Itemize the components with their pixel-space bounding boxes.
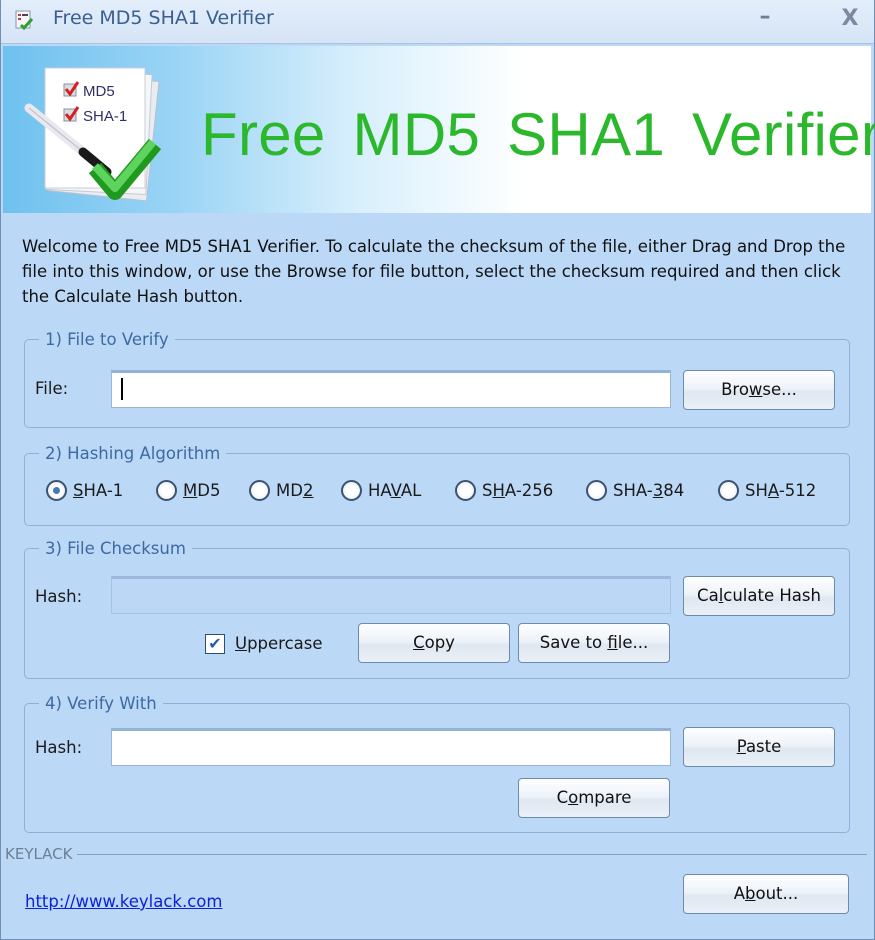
save-to-file-button[interactable]: Save to file... [518, 623, 670, 663]
footer-separator: KEYLACK [5, 845, 867, 863]
browse-label-post: se... [762, 380, 797, 399]
radio-circle[interactable] [455, 479, 476, 501]
radio-circle[interactable] [46, 479, 67, 501]
radio-haval[interactable]: HAVAL [341, 477, 421, 503]
paste-label-post: aste [745, 737, 782, 756]
file-path-input[interactable] [111, 370, 671, 408]
calc-label-pre: Ca [697, 586, 719, 605]
app-window: Free MD5 SHA1 Verifier – X MD5 SHA-1 Fre… [0, 0, 875, 940]
app-icon [15, 10, 34, 31]
radio-circle[interactable] [341, 479, 362, 501]
calc-label-post: culate Hash [723, 586, 821, 605]
about-label-pre: A [733, 884, 746, 903]
brand-label: KEYLACK [5, 845, 77, 863]
logo-item-sha1: SHA-1 [83, 108, 127, 125]
checksum-hash-output[interactable] [111, 576, 671, 614]
radio-md2[interactable]: MD2 [249, 477, 313, 503]
banner: MD5 SHA-1 Free MD5 SHA1 Verifier [3, 46, 875, 213]
radio-sha1[interactable]: SHA-1 [46, 477, 123, 503]
compare-label-pre: C [556, 788, 569, 807]
text-caret [121, 378, 123, 400]
checksum-group-legend: 3) File Checksum [45, 539, 186, 558]
browse-label-pre: Bro [721, 380, 749, 399]
checksum-hash-label: Hash: [35, 587, 83, 606]
radio-label: MD5 [183, 480, 221, 500]
title-bar[interactable]: Free MD5 SHA1 Verifier – X [1, 0, 874, 44]
radio-sha384[interactable]: SHA-384 [586, 477, 684, 503]
paste-label-accel: P [736, 737, 746, 756]
about-button[interactable]: About... [683, 874, 849, 914]
radio-sha256[interactable]: SHA-256 [455, 477, 553, 503]
verify-group-legend: 4) Verify With [45, 694, 157, 713]
compare-label-post: mpare [578, 788, 632, 807]
checklist-logo-icon: MD5 SHA-1 [24, 67, 162, 202]
radio-circle[interactable] [586, 479, 607, 501]
window-title: Free MD5 SHA1 Verifier [53, 7, 274, 29]
radio-circle[interactable] [718, 479, 739, 501]
compare-button[interactable]: Compare [518, 778, 670, 818]
save-label-accel: f [607, 633, 618, 652]
save-label-post: ile... [617, 633, 649, 652]
radio-circle[interactable] [156, 479, 177, 501]
close-button[interactable]: X [836, 6, 864, 36]
save-label-pre: Save to [539, 633, 608, 652]
algorithm-radio-row: SHA-1 MD5 MD2 HAVAL SHA-256 SHA-384 SHA-… [1, 454, 875, 514]
radio-label: SHA-512 [745, 480, 817, 500]
intro-text: Welcome to Free MD5 SHA1 Verifier. To ca… [22, 237, 846, 306]
browse-button[interactable]: Browse... [683, 370, 835, 410]
copy-button[interactable]: Copy [358, 623, 510, 663]
verify-hash-field[interactable] [112, 731, 670, 765]
separator-line [5, 854, 867, 855]
radio-label: HAVAL [368, 480, 422, 500]
verify-hash-input[interactable] [111, 728, 671, 766]
copy-label-post: opy [424, 633, 455, 652]
uppercase-label[interactable]: Uppercase [235, 634, 323, 653]
file-label: File: [35, 379, 69, 398]
calculate-hash-button[interactable]: Calculate Hash [683, 576, 835, 616]
checksum-hash-field[interactable] [112, 579, 670, 613]
radio-label: SHA-256 [482, 480, 554, 500]
verify-hash-label: Hash: [35, 738, 83, 757]
file-path-field[interactable] [112, 373, 670, 407]
paste-button[interactable]: Paste [683, 727, 835, 767]
banner-title: Free MD5 SHA1 Verifier [201, 101, 875, 168]
radio-circle[interactable] [249, 479, 270, 501]
browse-label-accel: w [748, 380, 763, 399]
minimize-button[interactable]: – [751, 4, 779, 34]
about-label-post: out... [755, 884, 799, 903]
copy-label-accel: C [413, 633, 425, 652]
radio-sha512[interactable]: SHA-512 [718, 477, 816, 503]
radio-label: SHA-1 [73, 480, 124, 500]
radio-label: MD2 [276, 480, 314, 500]
uppercase-checkbox[interactable]: ✔ [205, 634, 225, 654]
compare-label-accel: o [568, 788, 579, 807]
website-link[interactable]: http://www.keylack.com [25, 892, 222, 911]
logo-item-md5: MD5 [83, 83, 115, 100]
radio-md5[interactable]: MD5 [156, 477, 220, 503]
about-label-accel: b [745, 884, 756, 903]
file-group-legend: 1) File to Verify [45, 330, 169, 349]
radio-label: SHA-384 [613, 480, 685, 500]
